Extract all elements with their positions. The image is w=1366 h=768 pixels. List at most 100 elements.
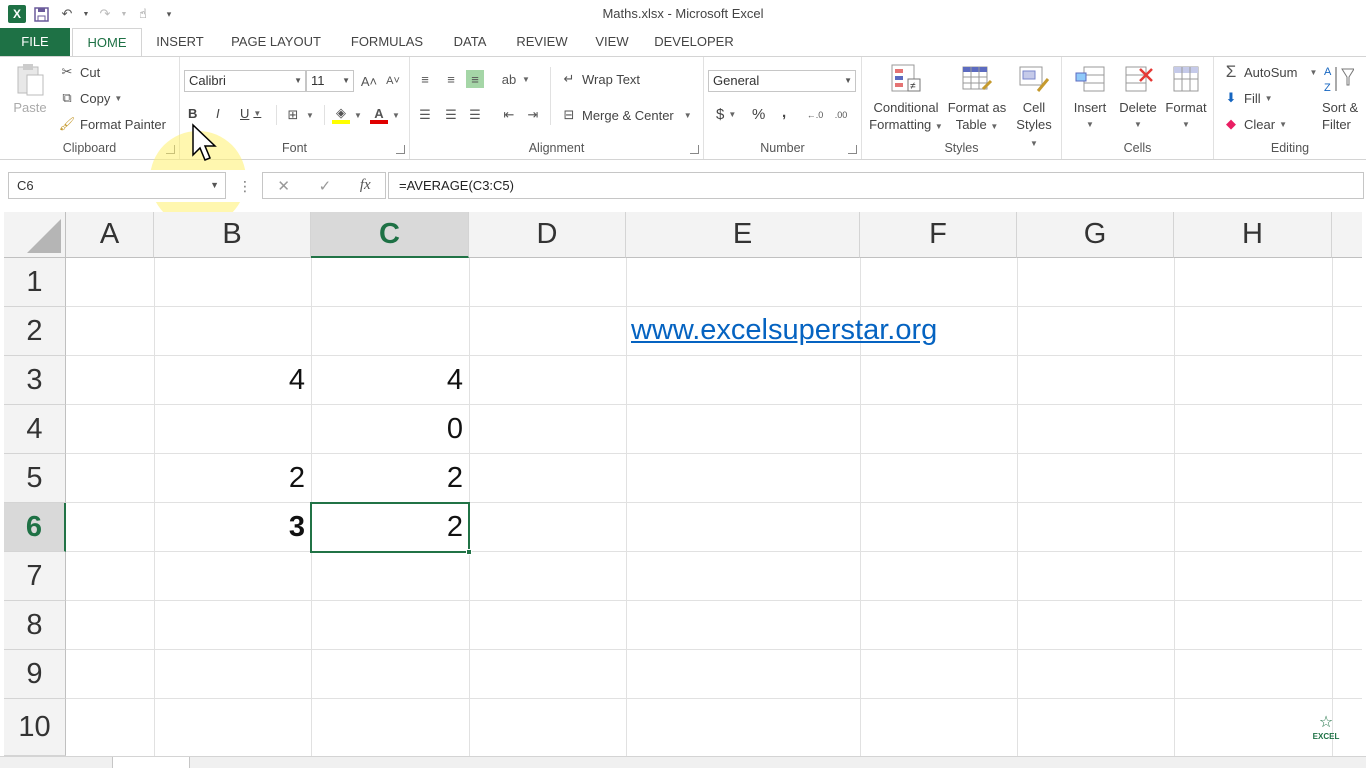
align-center-button[interactable]: ☰ <box>442 106 460 124</box>
fill-button[interactable]: ⬇ Fill ▼ <box>1222 89 1273 107</box>
sheet-tab[interactable] <box>112 757 190 768</box>
top-align-button[interactable]: ≡ <box>416 70 434 88</box>
worksheet-grid: A B C D E F G H 1 2 3 4 5 6 7 8 9 10 4 4… <box>4 212 1362 756</box>
align-bottom-icon: ≡ <box>471 71 479 87</box>
alignment-launcher-icon[interactable] <box>690 145 699 154</box>
cell-c5[interactable]: 2 <box>311 454 469 503</box>
tab-file[interactable]: FILE <box>0 28 70 56</box>
align-left-button[interactable]: ☰ <box>416 106 434 124</box>
tab-view[interactable]: VIEW <box>588 28 636 56</box>
merge-center-button[interactable]: ⊟ Merge & Center ▼ <box>560 106 692 124</box>
font-name-value: Calibri <box>189 73 226 88</box>
align-right-button[interactable]: ☰ <box>466 106 484 124</box>
column-header-a[interactable]: A <box>66 212 154 258</box>
fill-color-button[interactable]: ◈ ▼ <box>332 105 362 124</box>
column-header-g[interactable]: G <box>1017 212 1174 258</box>
number-format-combo[interactable]: General ▼ <box>708 70 856 92</box>
decrease-indent-button[interactable]: ⇤ <box>500 106 518 124</box>
delete-cells-button[interactable]: Delete ▼ <box>1114 63 1162 133</box>
row-header-1[interactable]: 1 <box>4 258 66 307</box>
gridline <box>66 306 1362 307</box>
row-header-5[interactable]: 5 <box>4 454 66 503</box>
paste-button[interactable]: Paste <box>8 63 52 116</box>
sort-filter-button[interactable]: AZ Sort & Filter <box>1322 63 1366 133</box>
formula-bar-resize-handle-icon[interactable]: ⋮ <box>238 178 252 195</box>
column-header-h[interactable]: H <box>1174 212 1332 258</box>
row-header-3[interactable]: 3 <box>4 356 66 405</box>
fill-handle[interactable] <box>466 549 472 555</box>
insert-function-icon[interactable]: fx <box>360 177 371 194</box>
tab-formulas[interactable]: FORMULAS <box>342 28 432 56</box>
font-color-button[interactable]: A ▼ <box>370 106 400 124</box>
font-name-combo[interactable]: Calibri ▼ <box>184 70 306 92</box>
middle-align-button[interactable]: ≡ <box>442 70 460 88</box>
chevron-down-icon: ▼ <box>683 110 692 120</box>
name-box[interactable]: C6 ▼ <box>8 172 226 199</box>
tab-review[interactable]: REVIEW <box>508 28 576 56</box>
comma-style-button[interactable]: , <box>782 104 786 121</box>
bottom-align-button[interactable]: ≡ <box>466 70 484 88</box>
sort-filter-icon: AZ <box>1322 63 1355 95</box>
conditional-formatting-button[interactable]: ≠ Conditional Formatting ▼ <box>866 63 946 135</box>
row-header-10[interactable]: 10 <box>4 699 66 756</box>
hyperlink-cell-e2[interactable]: www.excelsuperstar.org <box>631 314 937 347</box>
formula-input[interactable]: =AVERAGE(C3:C5) <box>388 172 1364 199</box>
row-header-9[interactable]: 9 <box>4 650 66 699</box>
row-header-6[interactable]: 6 <box>4 503 66 552</box>
autosum-button[interactable]: Σ AutoSum ▼ <box>1222 62 1318 81</box>
row-header-2[interactable]: 2 <box>4 307 66 356</box>
row-header-7[interactable]: 7 <box>4 552 66 601</box>
percent-style-button[interactable]: % <box>752 106 765 123</box>
alignment-group-label: Alignment <box>528 141 585 155</box>
insert-cells-label: Insert <box>1073 100 1107 115</box>
column-header-e[interactable]: E <box>626 212 860 258</box>
copy-button[interactable]: ⧉ Copy ▼ <box>58 89 122 107</box>
increase-decimal-button[interactable]: ←.0 <box>806 106 824 124</box>
tab-data[interactable]: DATA <box>444 28 496 56</box>
row-header-4[interactable]: 4 <box>4 405 66 454</box>
format-painter-button[interactable]: 🖌 Format Painter <box>58 115 166 133</box>
column-header-d[interactable]: D <box>469 212 626 258</box>
cell-c3[interactable]: 4 <box>311 356 469 405</box>
cell-b5[interactable]: 2 <box>154 454 311 503</box>
paste-icon <box>14 63 46 96</box>
tab-developer[interactable]: DEVELOPER <box>648 28 740 56</box>
select-all-triangle-icon <box>27 219 61 253</box>
format-cells-button[interactable]: Format ▼ <box>1162 63 1210 133</box>
cut-button[interactable]: ✂ Cut <box>58 63 101 81</box>
accounting-format-button[interactable]: $ ▼ <box>716 106 736 123</box>
tab-page-layout[interactable]: PAGE LAYOUT <box>222 28 330 56</box>
underline-button[interactable]: U ▼ <box>240 106 261 121</box>
tab-insert[interactable]: INSERT <box>150 28 210 56</box>
font-size-combo[interactable]: 11 ▼ <box>306 70 354 92</box>
italic-button[interactable]: I <box>216 106 220 121</box>
decrease-decimal-button[interactable]: .00 <box>832 106 850 124</box>
orientation-button[interactable]: ab ▼ <box>500 70 530 88</box>
number-launcher-icon[interactable] <box>848 145 857 154</box>
enter-icon[interactable]: ✓ <box>319 177 332 195</box>
decrease-font-size-button[interactable]: A˅ <box>384 72 402 90</box>
column-header-b[interactable]: B <box>154 212 311 258</box>
font-launcher-icon[interactable] <box>396 145 405 154</box>
cell-b3[interactable]: 4 <box>154 356 311 405</box>
tab-home[interactable]: HOME <box>72 28 142 57</box>
bold-button[interactable]: B <box>188 106 197 121</box>
cell-c4[interactable]: 0 <box>311 405 469 454</box>
increase-decimal-icon: ←.0 <box>806 110 824 120</box>
insert-cells-button[interactable]: Insert ▼ <box>1066 63 1114 133</box>
format-as-table-button[interactable]: Format as Table ▼ <box>946 63 1008 135</box>
cell-b6[interactable]: 3 <box>154 503 311 552</box>
column-header-c[interactable]: C <box>311 212 469 258</box>
column-header-i[interactable] <box>1332 212 1362 258</box>
ribbon: Paste ✂ Cut ⧉ Copy ▼ 🖌 Format Painter Cl… <box>0 56 1366 227</box>
select-all-button[interactable] <box>4 212 66 258</box>
column-header-f[interactable]: F <box>860 212 1017 258</box>
row-header-8[interactable]: 8 <box>4 601 66 650</box>
clear-button[interactable]: ◆ Clear ▼ <box>1222 115 1287 133</box>
wrap-text-button[interactable]: ↵ Wrap Text <box>560 70 641 88</box>
cancel-icon[interactable]: ✕ <box>277 177 290 195</box>
increase-indent-button[interactable]: ⇥ <box>524 106 542 124</box>
borders-button[interactable]: ⊞ ▼ <box>284 106 314 124</box>
increase-font-size-button[interactable]: A˄ <box>360 72 378 90</box>
cell-styles-button[interactable]: Cell Styles ▼ <box>1012 63 1056 152</box>
